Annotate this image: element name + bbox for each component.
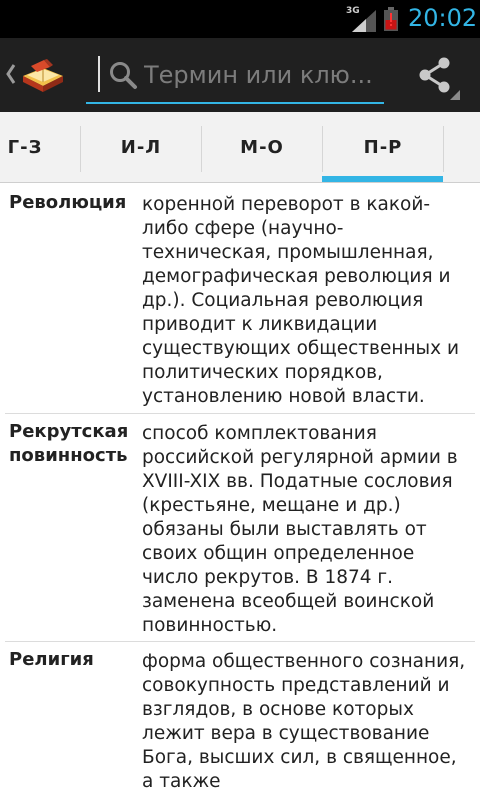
list-item[interactable]: Рекрутская повинность способ комплектова…: [0, 412, 480, 642]
tab-p-r[interactable]: П-Р: [323, 112, 443, 182]
signal-icon: [352, 10, 376, 32]
chevron-left-icon[interactable]: [5, 60, 17, 88]
list-item[interactable]: Революция коренной переворот в какой-либ…: [0, 183, 480, 413]
clock: 20:02: [408, 4, 478, 32]
battery-icon: [384, 7, 398, 31]
selected-tab-indicator: [322, 176, 443, 182]
share-icon[interactable]: [416, 56, 454, 94]
glossary-list[interactable]: Революция коренной переворот в какой-либ…: [0, 183, 480, 800]
open-book-icon[interactable]: [20, 54, 66, 96]
status-bar: 3G 20:02: [0, 0, 480, 38]
action-bar: [0, 38, 480, 112]
entry-definition: способ комплектования российской регуляр…: [142, 423, 458, 636]
entry-term: Рекрутская повинность: [9, 421, 129, 466]
search-field[interactable]: [86, 48, 384, 104]
tab-i-l[interactable]: И-Л: [81, 112, 201, 182]
entry-term: Революция: [9, 192, 127, 213]
overflow-indicator: [450, 90, 460, 100]
tab-m-o[interactable]: М-О: [202, 112, 322, 182]
tab-strip: Г-З И-Л М-О П-Р: [0, 112, 480, 183]
entry-definition: форма общественного сознания, совокупнос…: [142, 651, 466, 792]
tab-g-z[interactable]: Г-З: [0, 112, 50, 182]
text-cursor: [98, 56, 100, 92]
search-icon: [110, 62, 137, 89]
entry-term: Религия: [9, 649, 94, 670]
list-item[interactable]: Религия форма общественного сознания, со…: [0, 640, 480, 800]
entry-definition: коренной переворот в какой-либо сфере (н…: [142, 194, 459, 407]
search-input[interactable]: [144, 56, 380, 94]
tab-separator: [443, 126, 444, 172]
